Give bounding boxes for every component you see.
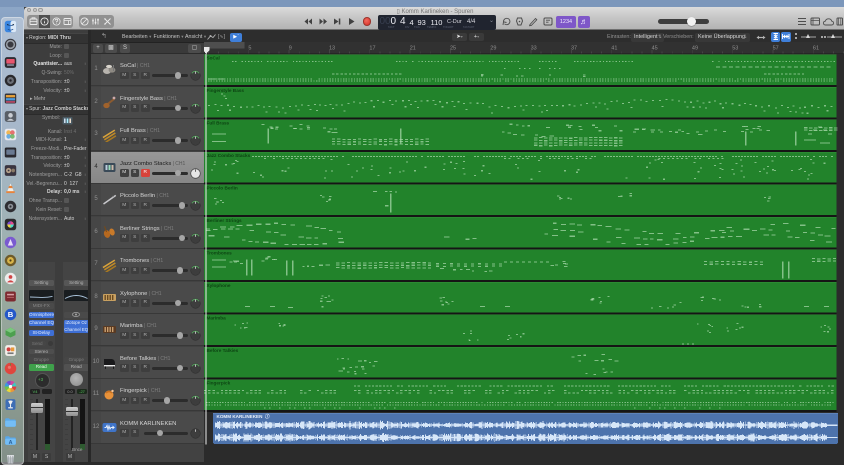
- svg-text:Before Talkies: Before Talkies: [207, 348, 239, 353]
- svg-text:Marimba: Marimba: [207, 316, 227, 321]
- svg-text:KOMM KARLINEKEN ⓘ: KOMM KARLINEKEN ⓘ: [217, 413, 270, 420]
- svg-text:25: 25: [450, 46, 456, 52]
- svg-text:13: 13: [329, 46, 335, 52]
- svg-text:Fingerstyle Bass: Fingerstyle Bass: [207, 88, 245, 93]
- svg-text:Jazz Combo Stacks: Jazz Combo Stacks: [207, 153, 251, 158]
- svg-text:57: 57: [773, 46, 779, 52]
- svg-text:B: B: [7, 310, 13, 319]
- svg-text:Piccolo Berlin: Piccolo Berlin: [207, 186, 238, 191]
- svg-text:53: 53: [732, 46, 738, 52]
- svg-text:Trombones: Trombones: [207, 251, 233, 256]
- svg-text:5: 5: [248, 46, 251, 52]
- svg-text:Fingerpick: Fingerpick: [207, 381, 231, 386]
- svg-text:9: 9: [289, 46, 292, 52]
- svg-text:SoCal: SoCal: [207, 56, 220, 61]
- svg-text:45: 45: [652, 46, 658, 52]
- svg-text:29: 29: [490, 46, 496, 52]
- svg-text:Full Brass: Full Brass: [207, 121, 230, 126]
- svg-text:61: 61: [813, 46, 819, 52]
- svg-text:37: 37: [571, 46, 577, 52]
- svg-text:A: A: [8, 440, 12, 446]
- svg-text:33: 33: [531, 46, 537, 52]
- svg-text:49: 49: [692, 46, 698, 52]
- svg-text:41: 41: [611, 46, 617, 52]
- svg-text:21: 21: [410, 46, 416, 52]
- svg-text:17: 17: [369, 46, 375, 52]
- svg-text:Berliner Strings: Berliner Strings: [207, 218, 243, 223]
- svg-text:Xylophone: Xylophone: [207, 283, 231, 288]
